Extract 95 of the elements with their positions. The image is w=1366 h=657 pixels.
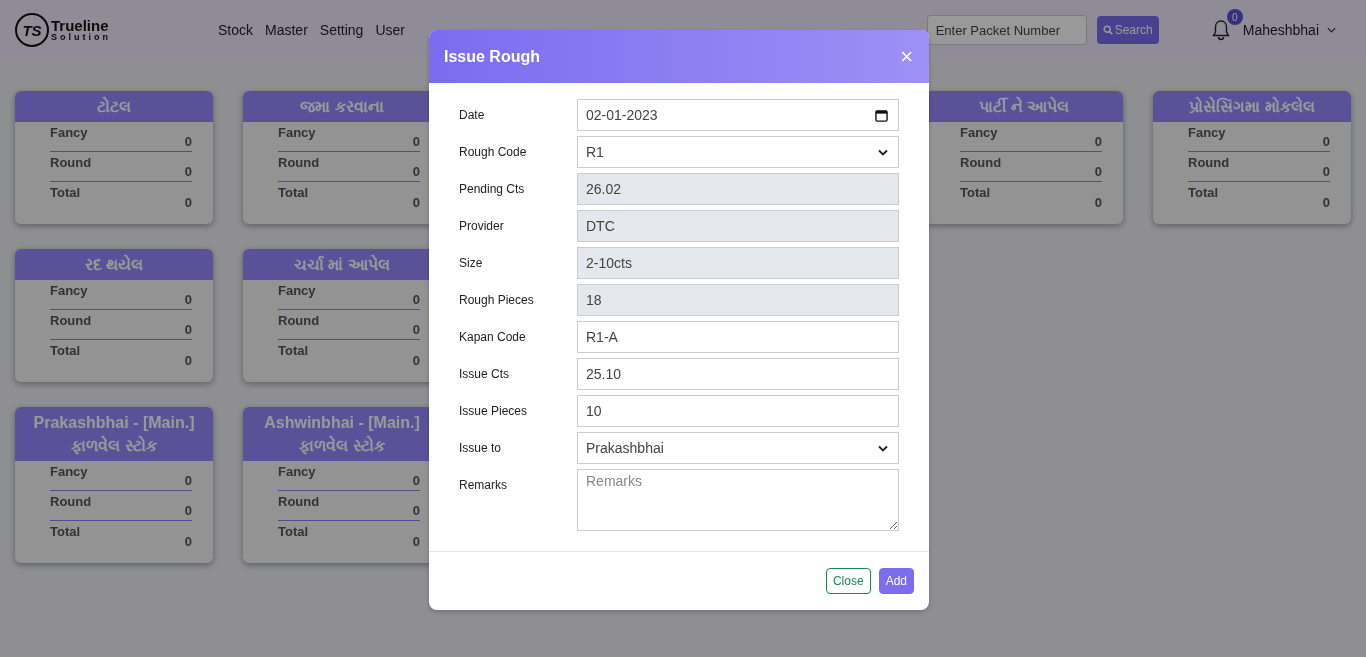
card-title: Ashwinbhai - [Main.]	[264, 413, 420, 433]
card-title: પ્રોસેસિંગમા મોકલેલ	[1189, 95, 1315, 117]
nav-link[interactable]: Master	[265, 22, 308, 38]
field-label: Rough Code	[459, 144, 528, 159]
card-title: પાર્ટી ને આપેલ	[978, 95, 1070, 117]
row-label: Round	[960, 154, 1002, 170]
chevron-down-icon	[878, 444, 888, 452]
row-value: 0	[412, 164, 420, 179]
brand-tagline: Solution	[51, 33, 111, 42]
date-field[interactable]: 02-01-2023	[577, 99, 899, 131]
nav-link[interactable]: Stock	[218, 22, 253, 38]
row-value: 0	[412, 134, 420, 149]
row-label: Fancy	[278, 282, 316, 298]
row-label: Total	[50, 184, 81, 200]
row-label: Round	[278, 154, 320, 170]
row-label: Total	[960, 184, 991, 200]
row-value: 0	[184, 134, 192, 149]
row-label: Total	[50, 523, 81, 539]
row-label: Total	[278, 184, 309, 200]
row-label: Total	[50, 342, 81, 358]
select-field[interactable]: R1	[577, 136, 899, 168]
user-menu[interactable]: Maheshbhai	[1242, 22, 1319, 38]
input-field[interactable]: 10	[577, 395, 899, 427]
row-value: 0	[184, 164, 192, 179]
row-label: Fancy	[50, 282, 88, 298]
chevron-down-icon	[1327, 27, 1336, 33]
card-title: Prakashbhai - [Main.]	[33, 413, 195, 433]
row-value: 0	[412, 322, 420, 337]
row-value: 0	[184, 353, 192, 368]
field-label: Pending Cts	[459, 181, 526, 196]
field-label: Kapan Code	[459, 329, 527, 344]
row-value: 0	[184, 195, 192, 210]
logo-mark: TS	[15, 13, 49, 47]
field-label: Date	[459, 107, 486, 122]
row-value: 0	[1094, 195, 1102, 210]
field-label: Issue Pieces	[459, 403, 529, 418]
row-label: Round	[1188, 154, 1230, 170]
search-icon	[1102, 25, 1113, 35]
row-value: 0	[412, 473, 420, 488]
row-label: Fancy	[960, 124, 998, 140]
notification-badge: 0	[1226, 9, 1243, 25]
field-label: Issue to	[459, 440, 503, 455]
row-label: Fancy	[50, 124, 88, 140]
row-value: 0	[412, 292, 420, 307]
row-value: 0	[1322, 134, 1330, 149]
nav-link[interactable]: Setting	[319, 22, 364, 38]
row-label: Fancy	[278, 463, 316, 479]
row-label: Round	[50, 154, 92, 170]
row-value: 0	[184, 534, 192, 549]
row-value: 0	[184, 322, 192, 337]
row-label: Fancy	[1188, 124, 1226, 140]
row-value: 0	[1322, 195, 1330, 210]
brand-name: Trueline	[51, 18, 110, 33]
row-value: 0	[184, 503, 192, 518]
row-label: Round	[50, 493, 92, 509]
card-title: રદ થયેલ	[84, 253, 144, 275]
field-label: Issue Cts	[459, 366, 510, 381]
row-value: 0	[1094, 164, 1102, 179]
field-label: Provider	[459, 218, 505, 233]
row-label: Round	[278, 493, 320, 509]
row-value: 0	[184, 473, 192, 488]
card-subtitle: ફાળવેલ સ્ટોક	[71, 434, 157, 457]
row-value: 0	[412, 534, 420, 549]
row-value: 0	[412, 353, 420, 368]
row-label: Round	[278, 312, 320, 328]
row-value: 0	[184, 292, 192, 307]
row-value: 0	[1094, 134, 1102, 149]
row-label: Fancy	[50, 463, 88, 479]
row-value: 0	[412, 195, 420, 210]
bell-icon[interactable]	[1210, 19, 1231, 41]
add-button[interactable]: Add	[878, 568, 914, 594]
input-field[interactable]: 25.10	[577, 358, 899, 390]
search-field[interactable]: Enter Packet Number	[926, 15, 1087, 45]
row-label: Total	[278, 342, 309, 358]
row-label: Total	[1188, 184, 1219, 200]
input-field[interactable]: R1-A	[577, 321, 899, 353]
remarks-field[interactable]: Remarks	[577, 469, 899, 531]
row-value: 0	[1322, 164, 1330, 179]
chevron-down-icon	[878, 148, 888, 156]
card-title: જમા કરવાના	[300, 97, 384, 117]
dialog-title: Issue Rough	[444, 47, 540, 66]
card-title: ટોટલ	[97, 96, 131, 117]
close-button[interactable]: Close	[825, 568, 871, 594]
calendar-icon	[875, 108, 888, 122]
field-label: Remarks	[459, 477, 508, 492]
field-label: Size	[459, 255, 484, 270]
field-label: Rough Pieces	[459, 292, 535, 307]
row-label: Total	[278, 523, 309, 539]
row-value: 0	[412, 503, 420, 518]
card-title: ચર્ચા માં આપેલ	[294, 253, 390, 275]
select-field[interactable]: Prakashbhai	[577, 432, 899, 464]
row-label: Round	[50, 312, 92, 328]
nav-link[interactable]: User	[375, 22, 405, 38]
row-label: Fancy	[278, 124, 316, 140]
card-subtitle: ફાળવેલ સ્ટોક	[299, 434, 385, 457]
